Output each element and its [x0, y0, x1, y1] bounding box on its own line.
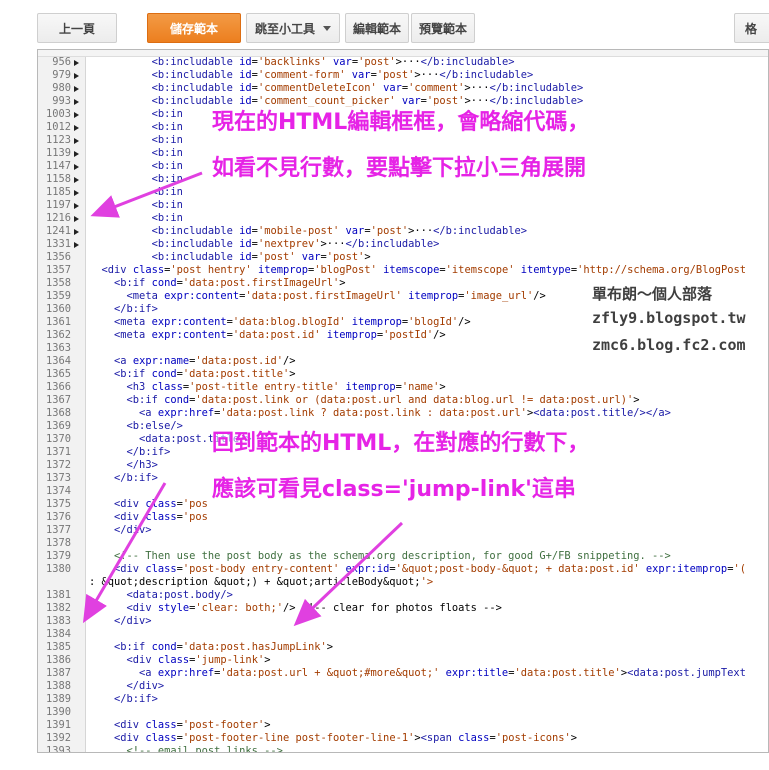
annotation-note-2-line-2: 應該可看見class='jump-link'這串	[212, 471, 576, 503]
arrow-to-fold-toggle	[90, 171, 203, 218]
watermark-url-1: zfly9.blogspot.tw	[592, 309, 746, 327]
annotation-note-2-line-1: 回到範本的HTML，在對應的行數下，	[212, 425, 590, 457]
watermark-blog-name: 單布朗～個人部落	[592, 285, 713, 303]
arrow-to-line-1385	[82, 482, 167, 624]
annotation-note-1-line-1: 現在的HTML編輯框框，會略縮代碼，	[212, 104, 590, 136]
arrow-to-jump-link	[293, 521, 404, 627]
watermark-url-2: zmc6.blog.fc2.com	[592, 336, 746, 354]
annotation-note-1-line-2: 如看不見行數，要點擊下拉小三角展開	[212, 150, 587, 182]
